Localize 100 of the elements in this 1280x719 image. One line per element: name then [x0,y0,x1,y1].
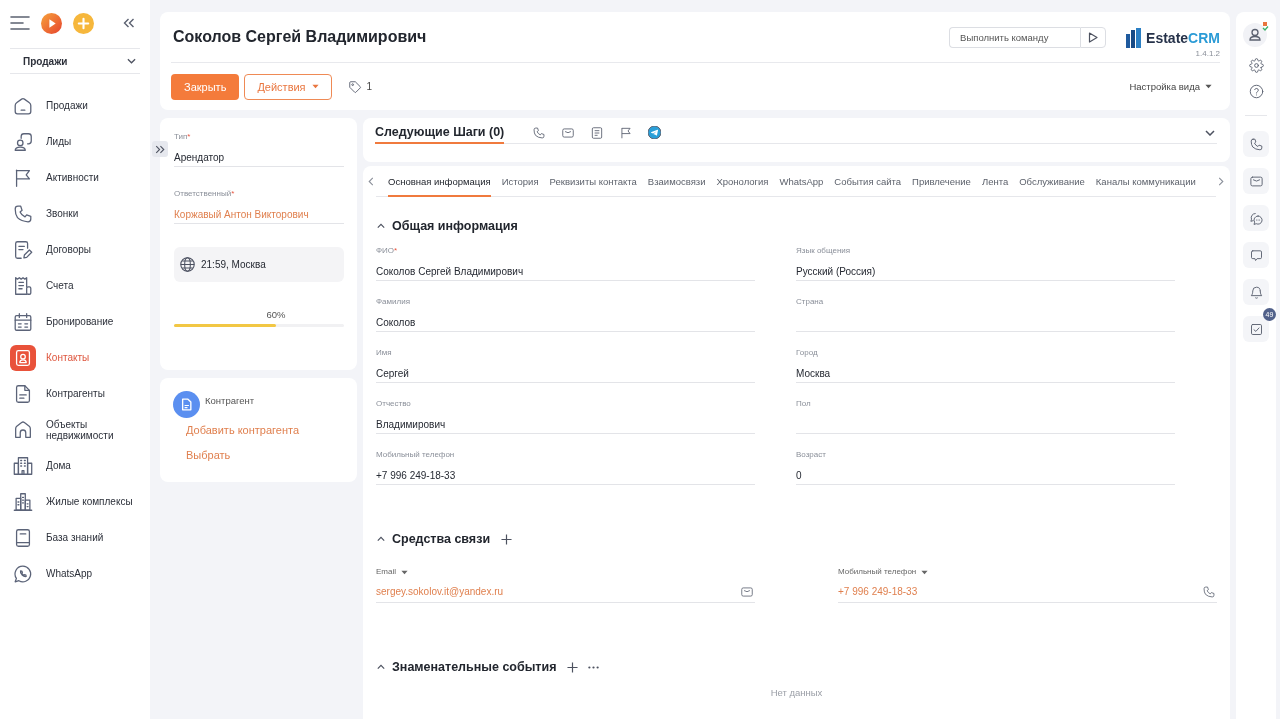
help-icon[interactable] [1248,84,1264,99]
bell-icon[interactable] [1243,279,1269,305]
sidebar-item[interactable]: WhatsApp [10,556,140,592]
sidebar-item[interactable]: Контрагенты [10,376,140,412]
field-label: Язык общения [796,246,851,256]
tab[interactable]: История [501,166,539,197]
field-label: Пол [796,399,811,409]
counterparty-title: Контрагент [205,394,255,406]
notes-icon[interactable] [590,125,605,140]
sidebar-item[interactable]: Лиды [10,124,140,160]
field-label: Город [796,348,818,358]
sidebar-item[interactable]: Продажи [10,88,140,124]
text-field[interactable]: 0 [796,460,1175,485]
message-icon[interactable] [1243,242,1269,268]
field-type-dropdown[interactable]: Email [376,567,408,577]
settings-icon[interactable] [1248,58,1264,73]
field-type-dropdown[interactable]: Мобильный телефон [838,567,929,577]
text-field[interactable]: Владимирович [376,409,755,434]
phone-icon[interactable] [1202,584,1216,599]
caret-down-icon [921,569,929,575]
document-avatar-icon [173,391,200,418]
tab[interactable]: Привлечение [912,166,971,197]
caret-down-icon [401,569,408,575]
tab[interactable]: События сайта [834,166,902,197]
section-title: Знаменательные события [392,660,557,674]
sidebar-item[interactable]: База знаний [10,520,140,556]
chat-icon[interactable] [1243,205,1269,231]
text-field[interactable]: Сергей [376,358,755,383]
sidebar-item[interactable]: Дома [10,448,140,484]
text-field[interactable]: Москва [796,358,1175,383]
field-label: Фамилия [376,297,410,307]
phone-icon[interactable] [532,125,547,140]
text-field[interactable]: Русский (Россия) [796,256,1175,281]
chevron-left-icon[interactable] [366,177,376,186]
chevron-up-icon[interactable] [377,223,385,229]
text-field[interactable]: Соколов [376,307,755,332]
version-text: 1.4.1.2 [1195,49,1220,58]
tags-button[interactable]: 1 [347,79,373,94]
tab[interactable]: Основная информация [388,166,491,197]
sidebar-item[interactable]: Контакты [10,340,140,376]
tab[interactable]: Лента [981,166,1009,197]
more-icon[interactable] [588,665,600,669]
play-icon[interactable] [41,12,62,34]
contact-card-icon [10,345,36,371]
field-label: Страна [796,297,824,307]
tag-icon [347,79,362,94]
menu-icon[interactable] [10,16,30,30]
paper-plane-icon[interactable] [648,126,662,139]
sidebar-item[interactable]: Бронирование [10,304,140,340]
tab[interactable]: Обслуживание [1019,166,1085,197]
next-steps-tab[interactable]: Следующие Шаги (0) [375,122,505,144]
chevron-down-icon[interactable] [1205,129,1215,136]
field-label: Ответственный* [174,189,235,199]
command-field[interactable]: Выполнить команду [949,26,1081,48]
mail-icon[interactable] [1243,168,1269,194]
tab[interactable]: Взаимосвязи [647,166,706,197]
field-label: ФИО* [376,246,398,256]
section-title: Общая информация [392,219,518,233]
section-dropdown[interactable]: Продажи [10,48,140,74]
chevron-up-icon[interactable] [377,664,385,670]
caret-down-icon [311,84,319,89]
chevron-right-icon[interactable] [1216,177,1226,186]
sidebar-item[interactable]: Объекты недвижимости [10,412,140,448]
tab[interactable]: WhatsApp [779,166,824,197]
user-status-icon[interactable] [1243,21,1269,47]
mail-icon[interactable] [740,584,754,599]
tab[interactable]: Хронология [716,166,769,197]
double-chevron-left-icon[interactable] [123,18,135,28]
field-label: Имя [376,348,392,358]
sidebar-item[interactable]: Счета [10,268,140,304]
text-field[interactable]: Соколов Сергей Владимирович [376,256,755,281]
local-time: 21:59, Москва [201,259,266,270]
field-label: Мобильный телефон [376,450,455,460]
logo-text: EstateCRM [1146,29,1220,48]
bars-logo-icon [1126,28,1143,48]
sidebar-item[interactable]: Договоры [10,232,140,268]
double-chevron-right-icon[interactable] [152,141,168,157]
text-field[interactable]: +7 996 249-18-33 [376,460,755,485]
run-command-button[interactable] [1080,26,1107,48]
progress-reading: 60% [266,309,286,321]
plus-icon[interactable] [501,533,513,545]
checkbox-icon [1248,321,1264,337]
view-settings-dropdown[interactable]: Настройка вида [1129,81,1212,92]
phone-icon[interactable] [1243,131,1269,157]
tab[interactable]: Реквизиты контакта [549,166,637,197]
chevron-down-icon [127,58,136,64]
field-label: Тип* [174,132,191,142]
sidebar-item[interactable]: Жилые комплексы [10,484,140,520]
flag-icon[interactable] [619,125,634,140]
section-title: Средства связи [392,532,491,546]
chevron-up-icon[interactable] [377,536,385,542]
sidebar-item[interactable]: Звонки [10,196,140,232]
caret-down-icon [1205,84,1212,89]
mail-icon[interactable] [561,125,576,140]
page-title: Соколов Сергей Владимирович [173,28,427,46]
sidebar-item[interactable]: Активности [10,160,140,196]
field-label: Возраст [796,450,826,460]
plus-icon[interactable] [567,661,579,673]
text-field[interactable]: Арендатор [174,142,344,167]
tab[interactable]: Каналы коммуникации [1095,166,1196,197]
